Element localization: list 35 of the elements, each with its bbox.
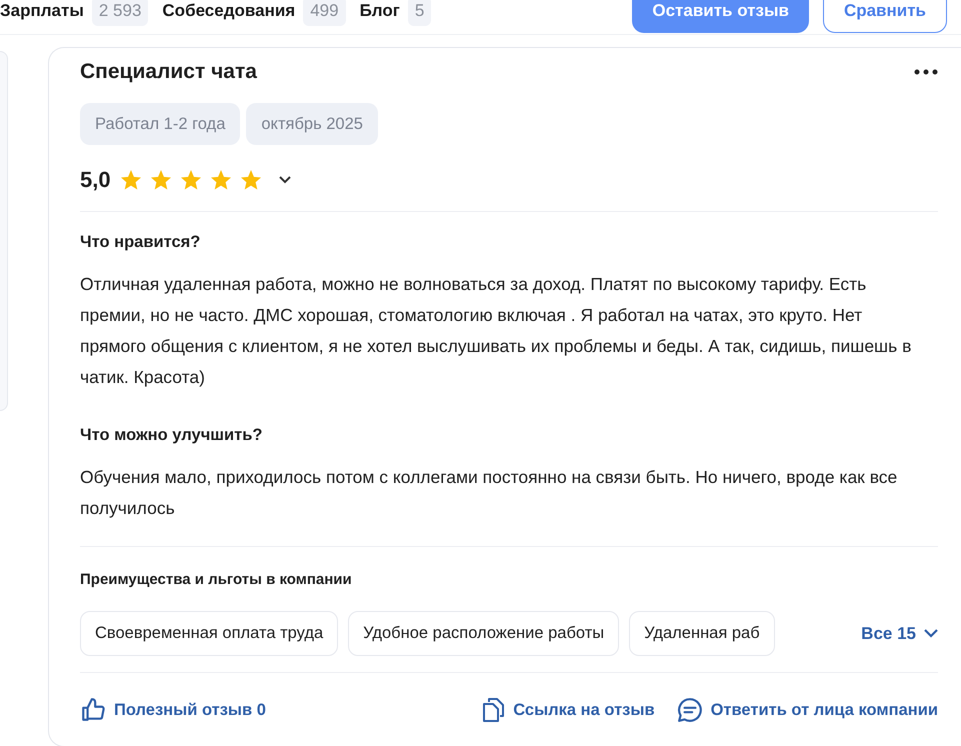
chevron-down-icon xyxy=(924,629,938,638)
star-icon xyxy=(148,168,173,192)
tag: Работал 1-2 года xyxy=(80,102,240,146)
section-heading: Что нравится? xyxy=(80,232,202,254)
star-icon xyxy=(208,168,233,192)
show-all-button[interactable]: Все 15 xyxy=(861,620,938,646)
nav-link[interactable]: Зарплаты xyxy=(0,0,84,24)
copy-icon xyxy=(481,697,506,723)
count-badge: 499 xyxy=(303,0,346,26)
count-badge: 5 xyxy=(408,0,432,26)
review-title: Специалист чата xyxy=(80,59,257,85)
star-icon xyxy=(178,168,203,192)
benefit-chip: Удаленная раб xyxy=(629,611,775,656)
compare-button[interactable]: Сравнить xyxy=(822,0,947,33)
leave-review-button[interactable]: Оставить отзыв xyxy=(632,0,809,33)
star-icon xyxy=(118,168,143,192)
useful-review-button[interactable]: Полезный отзыв 0 xyxy=(80,697,266,723)
more-icon[interactable] xyxy=(914,68,938,75)
tag: октябрь 2025 xyxy=(246,102,378,146)
review-text: Отличная удаленная работа, можно не волноваться за доход. Платят по высокому тарифу. Есть премии, но не часто. ДМС хорошая, стоматологию включая . Я работал на чатах, это круто. Нет прямого общения с клиентом, я не хотел выслушивать их проблемы и беды. А так, сидишь, пишешь в чатик. Красота) xyxy=(80,273,912,389)
thumbs-up-icon xyxy=(80,697,106,723)
star-icon xyxy=(238,168,263,192)
count-badge: 2 593 xyxy=(92,0,148,26)
chat-bubble-icon xyxy=(676,697,703,723)
rating-value: 5,0 xyxy=(80,166,111,194)
chevron-down-icon[interactable] xyxy=(278,176,291,184)
benefits-heading: Преимущества и льготы в компании xyxy=(80,570,353,590)
benefit-chip: Удобное расположение работы xyxy=(348,611,620,656)
nav-link[interactable]: Собеседования xyxy=(162,0,296,24)
benefit-chip: Своевременная оплата труда xyxy=(80,611,338,656)
section-heading: Что можно улучшить? xyxy=(80,425,264,446)
copy-link-button[interactable]: Ссылка на отзыв xyxy=(481,697,655,723)
reply-as-company-button[interactable]: Ответить от лица компании xyxy=(676,697,938,723)
nav-link[interactable]: Блог xyxy=(360,0,400,24)
review-text: Обучения мало, приходилось потом с коллегами постоянно на связи быть. Но ничего, вроде как все получилось xyxy=(80,466,898,520)
